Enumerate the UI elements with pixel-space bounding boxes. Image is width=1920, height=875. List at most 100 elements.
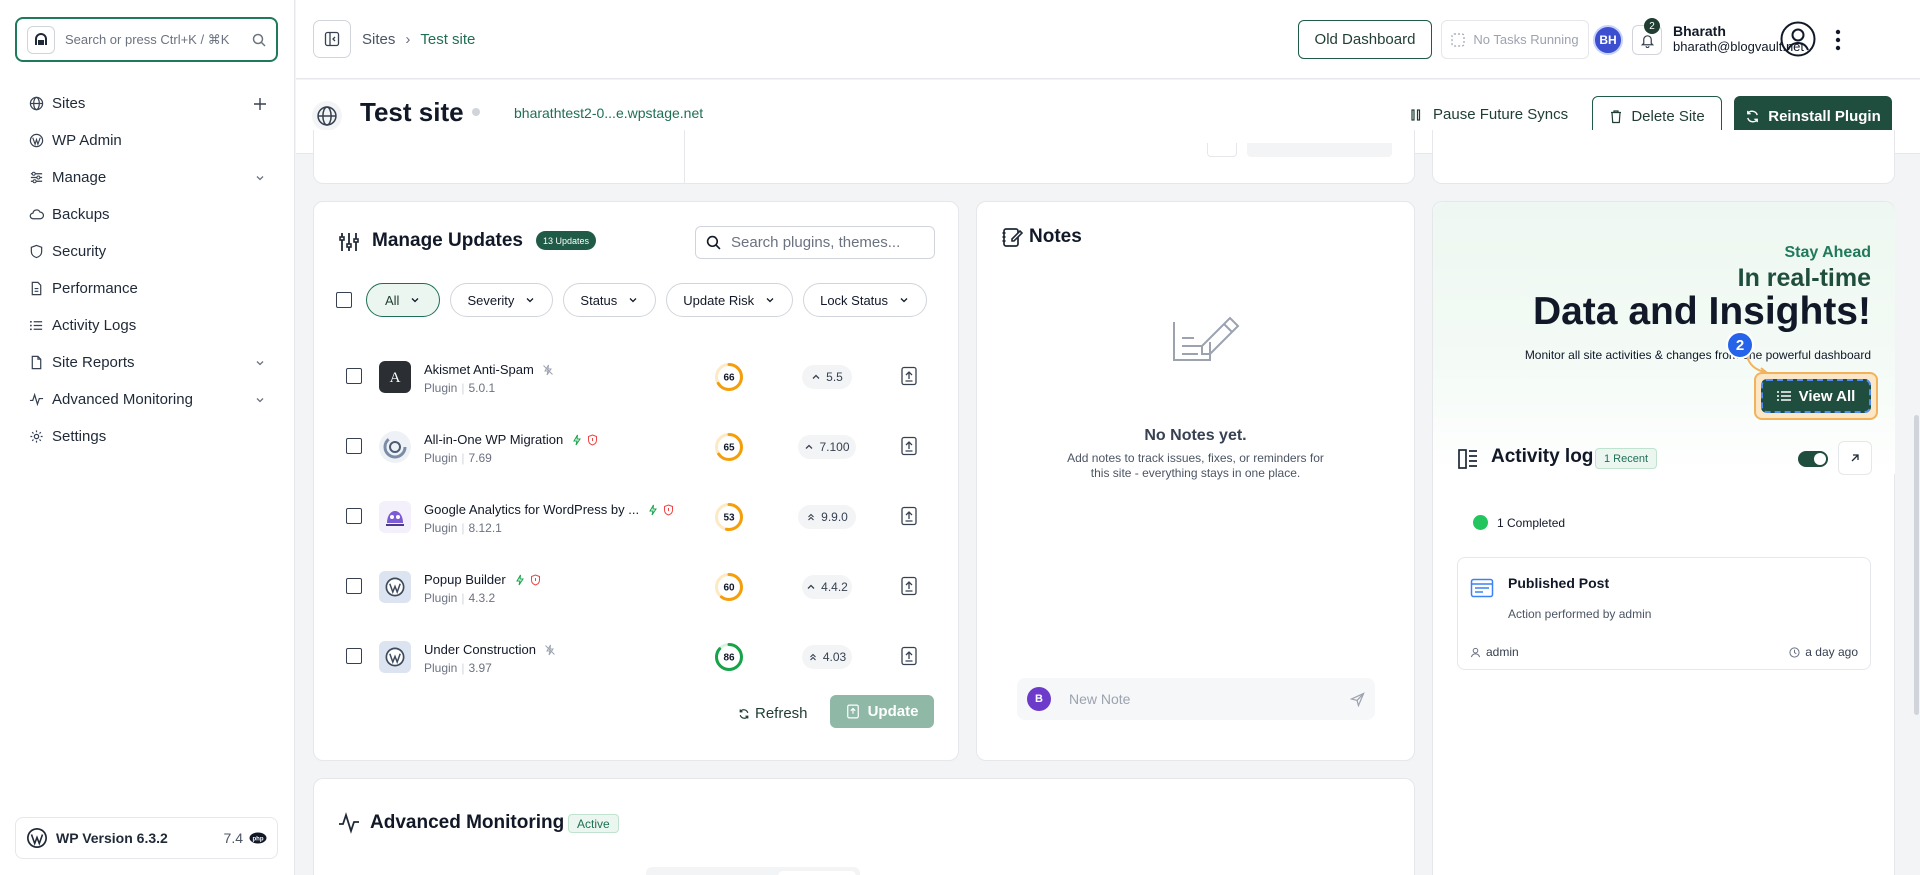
site-url-link[interactable]: bharathtest2-0...e.wpstage.net [514,105,703,121]
send-icon[interactable] [1350,691,1365,707]
globe-icon [28,96,44,112]
user-avatar-icon[interactable] [1780,21,1816,57]
plugin-version: 3.97 [468,661,492,675]
updates-count-badge: 13 Updates [536,231,597,250]
select-all-checkbox[interactable] [336,292,352,308]
new-note-input[interactable] [1069,691,1350,707]
pulse-icon [28,392,44,408]
risk-score: 86 [723,653,735,664]
filter-all[interactable]: All [366,283,441,317]
manage-updates-card: Manage Updates 13 Updates All Severity S… [313,201,959,761]
new-version-pill: 7.100 [798,435,856,459]
open-activity-button[interactable] [1838,441,1872,475]
plugin-name[interactable]: Under Construction [424,642,536,657]
site-status-dot [472,108,480,116]
plugin-name[interactable]: All-in-One WP Migration [424,432,563,447]
add-site-icon[interactable] [253,97,267,111]
activity-time-label: a day ago [1805,645,1858,659]
notebook-icon [1001,226,1023,248]
filter-severity[interactable]: Severity [450,283,554,317]
page-scrollbar[interactable] [1914,80,1920,875]
update-icon [846,704,859,719]
row-checkbox[interactable] [346,368,362,384]
sidebar-item-wp-admin[interactable]: WP Admin [0,122,295,159]
plugin-search-input[interactable] [731,234,930,251]
breadcrumb-sites-link[interactable]: Sites [362,31,395,48]
meta-separator: | [461,661,465,675]
vulnerability-icon [530,573,541,586]
row-checkbox[interactable] [346,578,362,594]
refresh-icon [739,708,749,719]
activity-toggle[interactable] [1798,451,1828,467]
chevron-down-icon [900,298,908,303]
update-row-icon[interactable] [900,576,918,596]
list-icon [28,318,44,334]
update-row-icon[interactable] [900,366,918,386]
table-row: Google Analytics for WordPress by ... Pl… [314,489,959,559]
sidebar-item-performance[interactable]: Performance [0,270,295,307]
step-badge: 2 [1726,331,1754,359]
sidebar-item-sites[interactable]: Sites [0,85,295,122]
more-menu-icon[interactable] [1828,27,1848,53]
new-version: 9.9.0 [821,510,848,524]
shield-icon [28,244,44,260]
auto-update-icon [514,574,526,586]
filter-label: All [385,292,400,308]
scrollbar-thumb[interactable] [1914,415,1919,715]
update-row-icon[interactable] [900,506,918,526]
sidebar-item-activity-logs[interactable]: Activity Logs [0,307,295,344]
update-button[interactable]: Update [830,695,934,728]
breadcrumb-separator: › [405,31,411,48]
external-link-icon [1851,454,1859,462]
sidebar-item-label: Sites [52,95,86,112]
tab-switcher[interactable] [646,867,860,875]
search-input[interactable] [65,32,252,47]
plugin-name[interactable]: Popup Builder [424,572,506,587]
refresh-button[interactable]: Refresh [738,705,808,722]
new-note-field[interactable]: B [1017,678,1375,720]
promo-description: Monitor all site activities & changes fr… [1524,348,1871,362]
tasks-status[interactable]: No Tasks Running [1441,20,1589,59]
row-checkbox[interactable] [346,508,362,524]
notes-card: Notes No Notes yet. Add notes to track i… [976,201,1415,761]
sidebar-toggle-button[interactable] [313,20,351,58]
row-checkbox[interactable] [346,648,362,664]
sidebar-item-advanced-monitoring[interactable]: Advanced Monitoring [0,381,295,418]
brand-logo-icon [27,25,55,54]
activity-item[interactable]: Published Post Action performed by admin… [1457,557,1871,670]
notification-count-badge: 2 [1644,18,1660,34]
sidebar-item-settings[interactable]: Settings [0,418,295,455]
sidebar-nav: Sites WP Admin Manage Backups Security P… [0,85,295,455]
view-all-button[interactable]: View All [1761,379,1871,413]
update-row-icon[interactable] [900,646,918,666]
sidebar-item-label: WP Admin [52,132,122,149]
avatar[interactable]: BH [1593,25,1623,55]
sidebar-item-backups[interactable]: Backups [0,196,295,233]
svg-text:A: A [390,370,401,386]
sidebar-item-label: Settings [52,428,107,445]
sidebar-item-label: Activity Logs [52,317,137,334]
wordpress-icon [379,571,411,603]
plugin-version: 8.12.1 [468,521,502,535]
filter-update-risk[interactable]: Update Risk [666,283,794,317]
row-checkbox[interactable] [346,438,362,454]
old-dashboard-button[interactable]: Old Dashboard [1298,20,1432,59]
status-badge: Active [568,814,619,833]
list-icon [1776,391,1791,401]
new-version-pill: 9.9.0 [798,505,856,529]
plugin-search[interactable] [695,226,935,259]
pause-syncs-button[interactable]: Pause Future Syncs [1409,106,1568,123]
update-row-icon[interactable] [900,436,918,456]
sidebar-item-security[interactable]: Security [0,233,295,270]
global-search[interactable] [15,17,278,62]
sidebar-item-site-reports[interactable]: Site Reports [0,344,295,381]
filter-status[interactable]: Status [563,283,657,317]
chevron-down-icon [629,298,637,303]
plugin-name[interactable]: Google Analytics for WordPress by ... [424,502,639,517]
filter-lock-status[interactable]: Lock Status [803,283,928,317]
tab-active[interactable] [778,871,856,875]
side-card-bottom [1432,130,1895,184]
notifications-button[interactable]: 2 [1632,18,1662,55]
plugin-name[interactable]: Akismet Anti-Spam [424,362,534,377]
sidebar-item-manage[interactable]: Manage [0,159,295,196]
